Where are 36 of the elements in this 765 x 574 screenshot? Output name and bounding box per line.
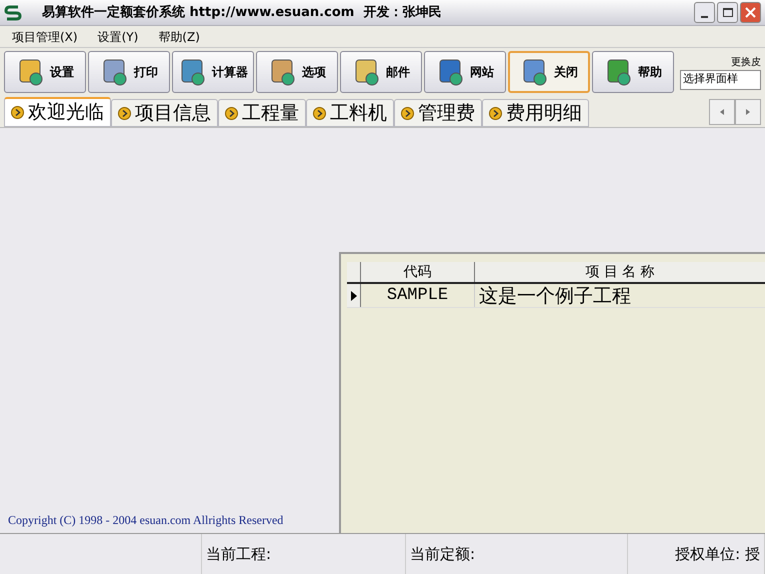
toolbar-button[interactable]: 帮助 — [592, 51, 674, 93]
close-button[interactable] — [740, 2, 761, 23]
menu-item[interactable]: 项目管理(X) — [8, 28, 82, 46]
tab[interactable]: 欢迎光临 — [4, 97, 111, 127]
menu-item[interactable]: 设置(Y) — [94, 28, 142, 46]
column-header: 项 目 名 称 — [584, 263, 656, 282]
tab[interactable]: 项目信息 — [111, 99, 218, 127]
toolbar-button[interactable]: 打印 — [88, 51, 170, 93]
menu-item[interactable]: 帮助(Z) — [154, 28, 204, 46]
tab[interactable]: 管理费 — [394, 99, 482, 127]
status-text: 授权单位: 授 — [628, 534, 765, 574]
table-cell: SAMPLE — [361, 284, 475, 307]
left-arrow-icon — [720, 109, 724, 115]
status-text: 当前定额: — [406, 534, 628, 574]
app-logo-icon — [4, 4, 22, 22]
minimize-button[interactable] — [694, 2, 715, 23]
skin-label: 更换皮 — [731, 56, 761, 70]
right-arrow-icon — [746, 109, 750, 115]
toolbar-button[interactable]: 关闭 — [508, 51, 590, 93]
skin-select[interactable]: 选择界面样 — [680, 70, 761, 90]
toolbar-button[interactable]: 邮件 — [340, 51, 422, 93]
toolbar-button[interactable]: 网站 — [424, 51, 506, 93]
tab[interactable]: 工程量 — [218, 99, 306, 127]
table-cell-text: 这是一个例子工程 — [478, 284, 632, 307]
copyright-text: Copyright (C) 1998 - 2004 esuan.com Allrights Reserved — [8, 512, 284, 529]
window-title: 易算软件一定额套价系统 http://www.esuan.com 开发：张坤民 — [42, 4, 442, 22]
column-header: 代码 — [361, 262, 475, 282]
tab[interactable]: 费用明细 — [482, 99, 589, 127]
tab[interactable]: 工料机 — [306, 99, 394, 127]
close-icon — [745, 7, 756, 18]
maximize-button[interactable] — [717, 2, 738, 23]
toolbar-button[interactable]: 计算器 — [172, 51, 254, 93]
toolbar-button[interactable]: 选项 — [256, 51, 338, 93]
toolbar-button[interactable]: 设置 — [4, 51, 86, 93]
row-pointer-icon — [350, 290, 356, 300]
status-text: 当前工程: — [202, 534, 406, 574]
